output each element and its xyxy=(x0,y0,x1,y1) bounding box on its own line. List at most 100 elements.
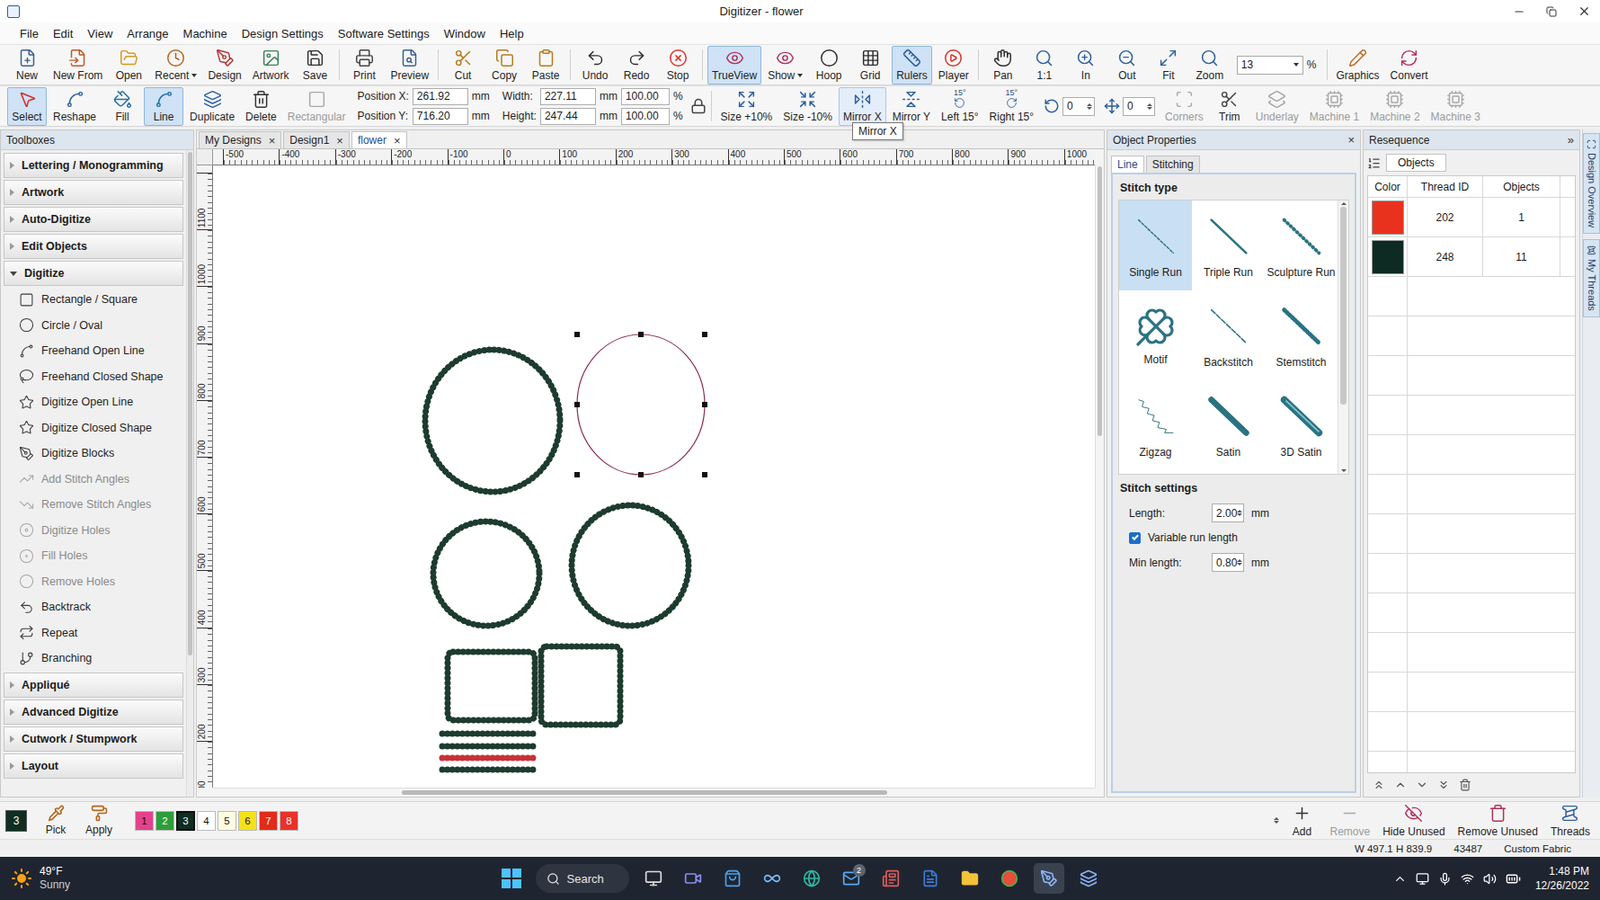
stitch-type-tile[interactable]: 3D Satin xyxy=(1264,380,1338,471)
tab-close[interactable]: × xyxy=(336,133,344,148)
tray-overflow-icon[interactable] xyxy=(1393,871,1407,886)
toolbox-item[interactable]: Branching xyxy=(0,645,187,672)
list-view-icon[interactable] xyxy=(1367,156,1381,170)
tool-button[interactable]: Machine 2 xyxy=(1365,87,1424,126)
battery-icon[interactable] xyxy=(1505,871,1521,887)
toolbox-item[interactable]: Digitize Holes xyxy=(0,517,187,544)
tool-button[interactable]: Underlay xyxy=(1251,87,1304,126)
toolbar-button[interactable]: Show xyxy=(763,45,808,85)
rotate-input[interactable]: 0 xyxy=(1062,97,1095,116)
collapse-button[interactable]: » xyxy=(1567,133,1574,147)
toolbar-button[interactable]: In xyxy=(1066,45,1106,85)
transform-button[interactable]: 15°Right 15° xyxy=(985,87,1040,126)
design-circle[interactable] xyxy=(574,331,708,478)
selection-handle[interactable] xyxy=(702,331,708,338)
toolbox-item[interactable]: Remove Holes xyxy=(0,568,187,596)
minimize-button[interactable] xyxy=(1502,0,1536,23)
toolbar-button[interactable]: Open xyxy=(108,45,149,85)
volume-icon[interactable] xyxy=(1483,871,1497,886)
toolbox-section[interactable]: Layout xyxy=(3,753,184,779)
horizontal-scrollbar[interactable] xyxy=(213,787,1095,797)
menu-item[interactable]: Machine xyxy=(176,25,235,43)
toolbox-item[interactable]: Freehand Open Line xyxy=(0,337,187,365)
width-percent-input[interactable]: 100.00 xyxy=(621,88,670,106)
palette-swatch[interactable]: 6 xyxy=(238,810,258,831)
toolbar-button[interactable]: Graphics xyxy=(1332,45,1385,85)
toolbar-button[interactable]: Redo xyxy=(616,45,657,85)
toolbar-button[interactable]: Rulers xyxy=(891,45,933,85)
toolbox-item[interactable]: Rectangle / Square xyxy=(0,286,187,313)
tool-button[interactable]: Delete xyxy=(240,87,282,126)
menu-item[interactable]: Arrange xyxy=(119,25,176,43)
move-top-icon[interactable] xyxy=(1372,778,1386,792)
height-percent-input[interactable]: 100.00 xyxy=(621,107,670,125)
design-line[interactable] xyxy=(442,757,535,759)
width-input[interactable]: 227.11 xyxy=(540,88,596,106)
toolbar-button[interactable]: Hoop xyxy=(808,45,849,85)
selection-handle[interactable] xyxy=(574,471,580,478)
side-tab[interactable]: My Threads xyxy=(1582,239,1600,318)
tool-button[interactable]: Corners xyxy=(1160,87,1209,126)
design-circle[interactable] xyxy=(433,521,540,626)
tool-button[interactable]: Duplicate xyxy=(185,87,240,126)
toolbox-section[interactable]: Artwork xyxy=(3,179,184,205)
toolbar-button[interactable]: Undo xyxy=(575,45,615,85)
tool-button[interactable]: Select xyxy=(7,87,47,126)
selection-handle[interactable] xyxy=(574,331,580,338)
tab-close[interactable]: × xyxy=(393,133,401,148)
panel-close[interactable]: × xyxy=(1347,133,1355,147)
toolbox-item[interactable]: Backtrack xyxy=(0,594,187,621)
height-input[interactable]: 247.44 xyxy=(540,107,596,125)
tool-button[interactable]: Machine 1 xyxy=(1305,87,1364,126)
toolbar-button[interactable]: Convert xyxy=(1386,45,1433,85)
move-bottom-icon[interactable] xyxy=(1437,778,1450,792)
move-down-icon[interactable] xyxy=(1415,778,1429,792)
thread-button[interactable]: Remove xyxy=(1325,800,1376,840)
toolbar-button[interactable]: Paste xyxy=(525,45,566,85)
stitch-type-tile[interactable]: Backstitch xyxy=(1191,290,1265,381)
news-app[interactable] xyxy=(875,862,907,894)
selection-handle[interactable] xyxy=(638,471,644,478)
document-tab[interactable]: Design1× xyxy=(283,131,350,149)
toolbar-button[interactable]: Player xyxy=(933,45,974,85)
digitizer-app[interactable] xyxy=(1033,862,1065,894)
palette-swatch[interactable]: 8 xyxy=(279,810,299,831)
palette-swatch[interactable]: 4 xyxy=(196,810,216,831)
tool-button[interactable]: Fill xyxy=(102,87,143,126)
slant-input[interactable]: 0 xyxy=(1122,97,1156,116)
toolbox-section[interactable]: Appliqué xyxy=(3,672,184,698)
digitizer-app-2[interactable] xyxy=(1073,862,1104,894)
stitch-type-tile[interactable]: Single Run xyxy=(1119,200,1192,291)
color-tool-button[interactable]: Apply xyxy=(79,800,119,840)
zoom-field[interactable]: 13 xyxy=(1236,55,1304,75)
toolbox-section[interactable]: Auto-Digitize xyxy=(3,206,184,232)
menu-item[interactable]: View xyxy=(80,25,120,43)
toolbox-item[interactable]: Repeat xyxy=(0,620,187,647)
min-length-input[interactable]: 0.80 xyxy=(1211,552,1245,572)
thread-button[interactable]: Remove Unused xyxy=(1453,800,1543,840)
delete-icon[interactable] xyxy=(1458,778,1472,792)
palette-swatch[interactable]: 2 xyxy=(155,810,175,831)
edge-app[interactable] xyxy=(796,862,827,894)
stitch-type-tile[interactable]: Triple Run xyxy=(1191,200,1265,291)
tool-button[interactable]: Line xyxy=(143,87,184,126)
design-canvas[interactable] xyxy=(213,165,1095,788)
tool-button[interactable]: Machine 3 xyxy=(1426,87,1485,126)
selection-handle[interactable] xyxy=(702,471,708,478)
properties-tab[interactable]: Line xyxy=(1111,155,1145,173)
toolbox-item[interactable]: Add Stitch Angles xyxy=(0,466,187,493)
toolbox-item[interactable]: Digitize Closed Shape xyxy=(0,415,187,442)
toolbox-item[interactable]: Circle / Oval xyxy=(0,312,187,339)
selection-handle[interactable] xyxy=(638,331,644,338)
design-line[interactable] xyxy=(442,746,535,747)
design-rect[interactable] xyxy=(541,646,621,725)
display-icon[interactable] xyxy=(1415,871,1430,886)
variable-run-checkbox[interactable] xyxy=(1128,532,1141,544)
stitch-type-tile[interactable]: Motif xyxy=(1119,290,1192,381)
tool-button[interactable]: Reshape xyxy=(48,87,101,126)
toolbox-item[interactable]: Digitize Blocks xyxy=(0,440,187,467)
toolbox-section[interactable]: Edit Objects xyxy=(3,233,184,259)
store-app[interactable] xyxy=(717,862,748,894)
infinity-app[interactable] xyxy=(756,862,788,894)
toolbar-button[interactable]: Stop xyxy=(657,45,698,85)
